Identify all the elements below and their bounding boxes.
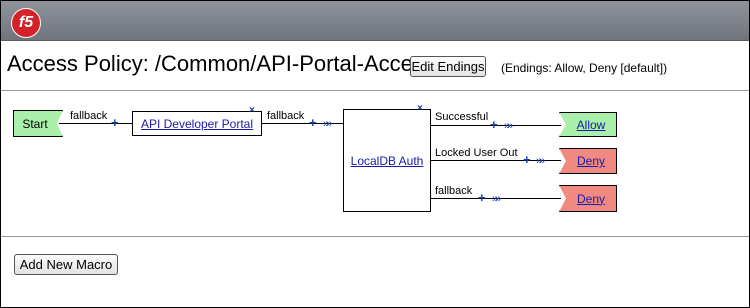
branch-label-locked-user-out: Locked User Out — [435, 147, 518, 159]
edge-label-fallback: fallback — [70, 110, 108, 122]
macro-api-developer-portal: API Developer Portal — [132, 111, 262, 136]
edge-line — [59, 123, 132, 124]
header-divider — [1, 90, 749, 91]
add-item-plus-icon[interactable]: + — [111, 116, 119, 129]
flow-arrow-icon: »» — [323, 118, 332, 130]
edit-endings-button[interactable]: Edit Endings — [410, 56, 486, 77]
remove-item-close-icon[interactable]: × — [417, 104, 423, 114]
ending-allow: Allow — [559, 112, 617, 137]
localdb-auth-node: LocalDB Auth — [343, 109, 431, 212]
remove-macro-close-icon[interactable]: × — [249, 106, 255, 116]
flow-arrow-icon: »» — [536, 155, 545, 167]
edge-label-fallback: fallback — [267, 110, 305, 122]
flow-arrow-icon: »» — [504, 120, 513, 132]
ending-deny-locked: Deny — [559, 148, 617, 174]
endings-note: (Endings: Allow, Deny [default]) — [501, 61, 668, 75]
add-item-plus-icon[interactable]: + — [309, 116, 317, 129]
top-banner: f5 — [1, 1, 749, 41]
add-item-plus-icon[interactable]: + — [478, 191, 486, 204]
f5-logo: f5 — [11, 8, 41, 38]
localdb-auth-link[interactable]: LocalDB Auth — [351, 154, 424, 168]
ending-deny-fallback: Deny — [559, 185, 617, 212]
ending-deny-link[interactable]: Deny — [577, 192, 605, 206]
ending-allow-link[interactable]: Allow — [577, 118, 606, 132]
add-item-plus-icon[interactable]: + — [523, 153, 531, 166]
footer-divider — [1, 236, 749, 237]
branch-label-fallback: fallback — [435, 185, 473, 197]
api-developer-portal-link[interactable]: API Developer Portal — [141, 117, 253, 131]
page-title: Access Policy: /Common/API-Portal-Access — [7, 51, 435, 76]
add-item-plus-icon[interactable]: + — [490, 118, 498, 131]
branch-label-successful: Successful — [435, 111, 489, 123]
flow-arrow-icon: »» — [492, 193, 501, 205]
start-label: Start — [22, 116, 48, 131]
ending-deny-link[interactable]: Deny — [577, 154, 605, 168]
start-node: Start — [13, 110, 63, 137]
edge-line — [262, 123, 343, 124]
policy-window: f5 Access Policy: /Common/API-Portal-Acc… — [0, 0, 750, 308]
add-new-macro-button[interactable]: Add New Macro — [14, 254, 118, 275]
